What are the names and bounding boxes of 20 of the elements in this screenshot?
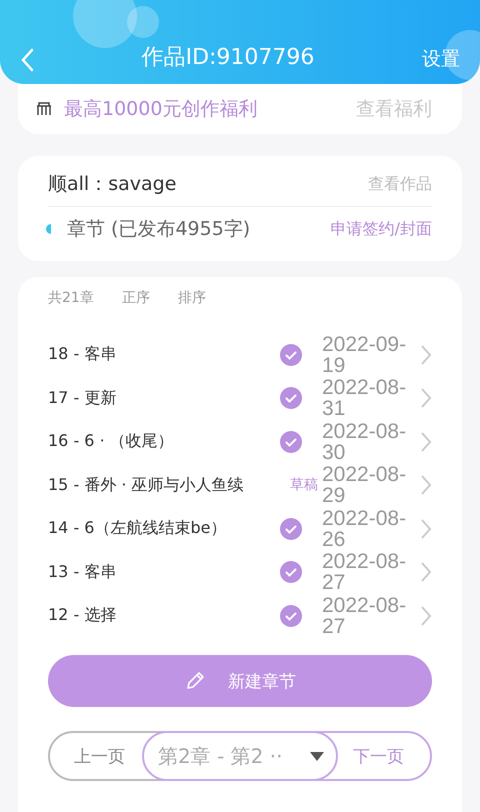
draft-tag: 草稿 [290, 476, 318, 494]
chapter-title: 12 - 选择 [48, 605, 118, 626]
chapter-date: 2022-08-30 [322, 420, 408, 463]
chapter-date: 2022-09-19 [322, 334, 408, 376]
chapter-count: 共21章 [48, 289, 94, 307]
chapters-label: 章节 (已发布4955字) [67, 217, 252, 242]
chapter-date: 2022-08-31 [322, 377, 408, 420]
chapter-title: 18 - 客串 [48, 344, 118, 366]
work-name: 顺all：savage [48, 172, 178, 197]
chapter-date: 2022-08-27 [322, 551, 408, 594]
chapter-date: 2022-08-27 [322, 594, 408, 637]
chapter-title: 13 - 客串 [48, 562, 118, 583]
chapter-title: 17 - 更新 [48, 388, 118, 409]
page-title: 作品ID:9107796 [140, 44, 316, 72]
chapter-title: 16 - 6 · （收尾） [48, 431, 175, 452]
chapter-date: 2022-08-29 [322, 464, 408, 506]
welfare-text: 最高10000元创作福利 [64, 97, 258, 122]
chapter-title: 14 - 6（左航线结束be） [48, 518, 228, 540]
chapter-date: 2022-08-26 [322, 508, 408, 550]
chapter-title: 15 - 番外 · 巫师与小人鱼续 [48, 474, 245, 496]
